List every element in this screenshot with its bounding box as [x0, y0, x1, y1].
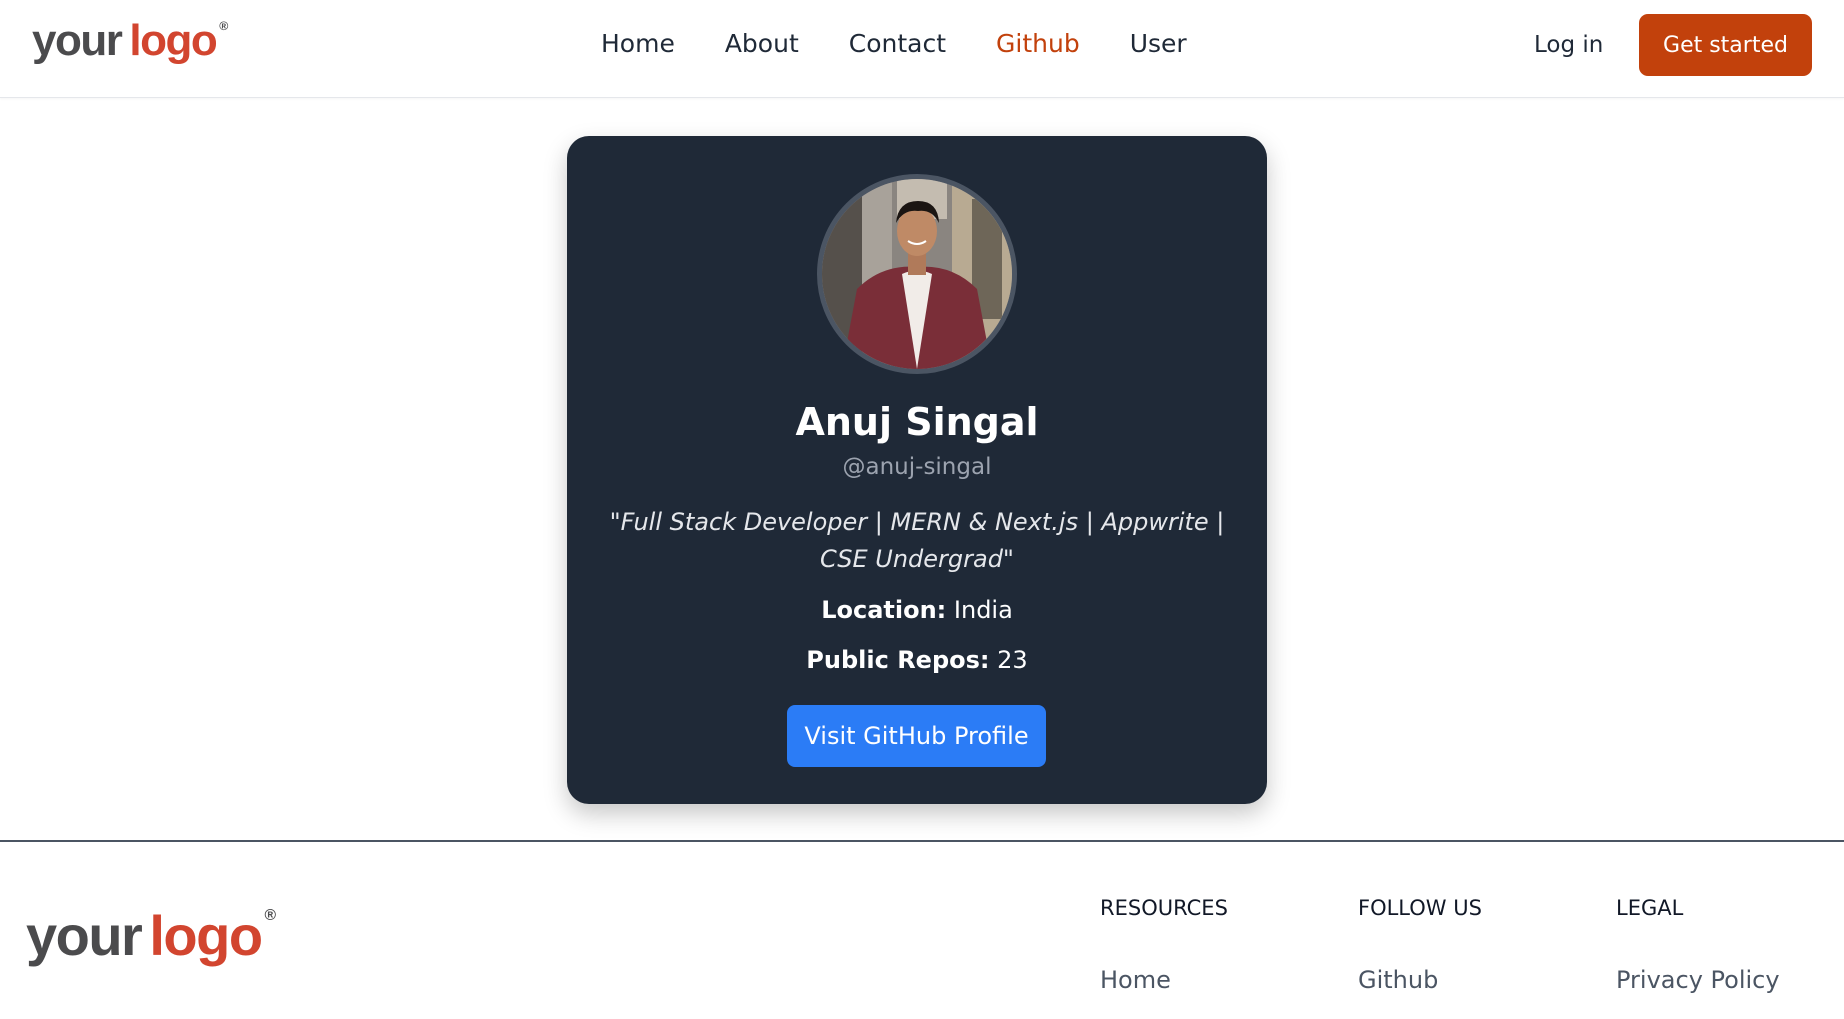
nav-contact[interactable]: Contact: [849, 29, 946, 58]
nav-user[interactable]: User: [1130, 29, 1187, 58]
header-logo[interactable]: your logo ®: [32, 16, 228, 66]
profile-name: Anuj Singal: [795, 400, 1039, 444]
footer-column-legal: LEGAL Privacy Policy: [1616, 896, 1780, 994]
footer-logo[interactable]: your logo ®: [26, 903, 276, 968]
avatar: [817, 174, 1017, 374]
footer-heading-legal: LEGAL: [1616, 896, 1684, 920]
profile-public-repos: Public Repos: 23: [567, 646, 1267, 674]
footer-divider: [0, 840, 1844, 842]
footer-heading-follow-us: FOLLOW US: [1358, 896, 1482, 920]
footer-column-follow-us: FOLLOW US Github: [1358, 896, 1482, 994]
repos-label: Public Repos:: [806, 646, 990, 674]
nav-github[interactable]: Github: [996, 29, 1080, 58]
logo-word-logo: logo: [149, 904, 263, 967]
logo-word-logo: logo: [129, 16, 217, 65]
location-value: India: [953, 596, 1013, 624]
nav-home[interactable]: Home: [601, 29, 675, 58]
login-link[interactable]: Log in: [1534, 32, 1603, 58]
avatar-photo: [822, 179, 1012, 369]
visit-github-profile-button[interactable]: Visit GitHub Profile: [787, 705, 1046, 767]
footer-link-github[interactable]: Github: [1358, 966, 1482, 994]
registered-mark: ®: [264, 906, 277, 924]
registered-mark: ®: [219, 19, 229, 34]
footer-link-home[interactable]: Home: [1100, 966, 1228, 994]
footer-link-privacy-policy[interactable]: Privacy Policy: [1616, 966, 1780, 994]
main-nav: Home About Contact Github User: [601, 29, 1187, 58]
logo-word-your: your: [32, 16, 123, 65]
logo-word-your: your: [26, 904, 143, 967]
profile-bio: "Full Stack Developer | MERN & Next.js |…: [609, 508, 1225, 573]
profile-location: Location: India: [567, 596, 1267, 624]
footer-heading-resources: RESOURCES: [1100, 896, 1228, 920]
location-label: Location:: [821, 596, 947, 624]
get-started-button[interactable]: Get started: [1639, 14, 1812, 76]
site-header: your logo ® Home About Contact Github Us…: [0, 0, 1844, 98]
repos-value: 23: [997, 646, 1028, 674]
profile-card: Anuj Singal @anuj-singal "Full Stack Dev…: [567, 136, 1267, 804]
footer-column-resources: RESOURCES Home: [1100, 896, 1228, 994]
nav-about[interactable]: About: [725, 29, 799, 58]
profile-handle: @anuj-singal: [842, 454, 992, 480]
